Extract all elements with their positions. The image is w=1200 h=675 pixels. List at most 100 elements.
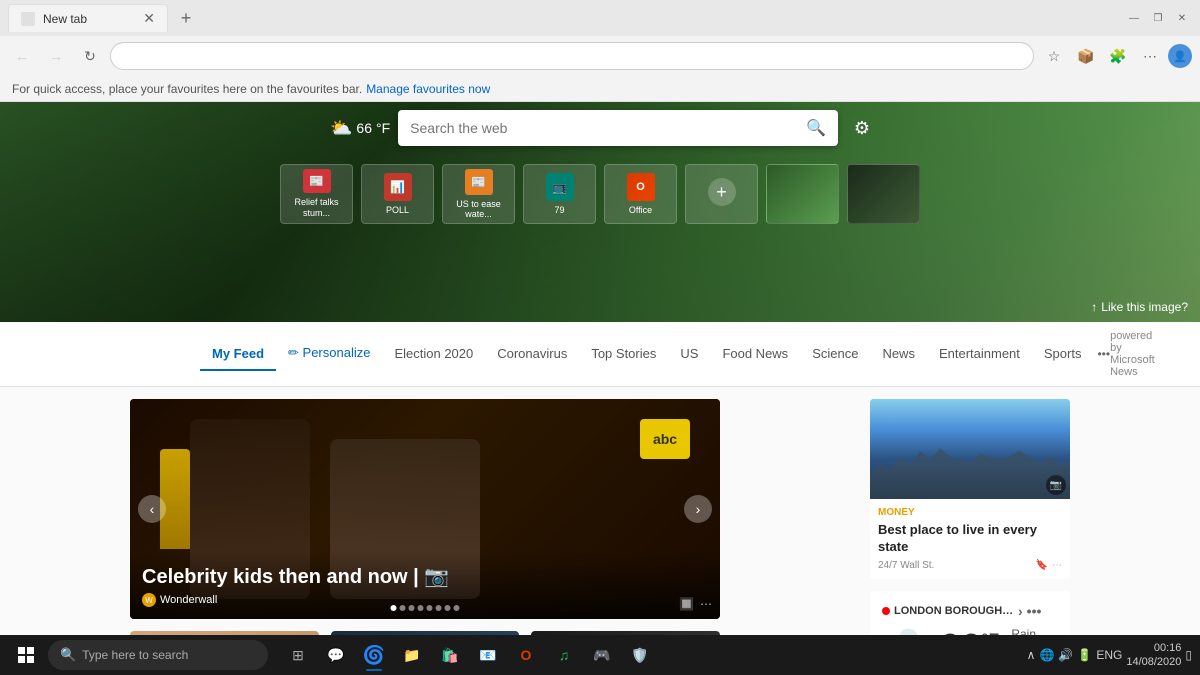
shortcut-79[interactable]: 📺 79 [523, 164, 596, 224]
carousel-dots [391, 605, 460, 611]
nav-us[interactable]: US [668, 338, 710, 371]
search-button[interactable]: 🔍 [806, 118, 826, 138]
shortcuts-row: 📰 Relief talks stum... 📊 POLL 📰 US to ea… [280, 164, 920, 224]
taskbar-security[interactable]: 🛡️ [622, 637, 658, 673]
taskbar-office[interactable]: O [508, 637, 544, 673]
carousel-dot-2[interactable] [400, 605, 406, 611]
taskbar-spotify[interactable]: ♫ [546, 637, 582, 673]
taskbar-search-placeholder: Type here to search [82, 648, 188, 662]
tray-volume-icon[interactable]: 🔊 [1058, 648, 1073, 662]
weather-location-row: LONDON BOROUGH OF ISLIN... › ••• [882, 603, 1058, 619]
bookmark-icon[interactable]: 🔖 [1036, 560, 1048, 571]
like-image-button[interactable]: ↑ Like this image? [1091, 300, 1188, 314]
shortcut-add[interactable]: + [685, 164, 758, 224]
location-next-icon[interactable]: › [1018, 603, 1023, 619]
nav-personalize[interactable]: ✏ Personalize [276, 337, 382, 371]
tray-language[interactable]: ENG [1096, 648, 1122, 662]
tray-battery-icon[interactable]: 🔋 [1077, 648, 1092, 662]
carousel-dot-3[interactable] [409, 605, 415, 611]
carousel-next-button[interactable]: › [684, 495, 712, 523]
taskbar-edge[interactable]: 🌀 [356, 637, 392, 673]
like-image-icon: ↑ [1091, 300, 1097, 314]
profile-avatar[interactable]: 👤 [1168, 44, 1192, 68]
location-more-icon[interactable]: ••• [1027, 603, 1042, 619]
location-dot [882, 607, 890, 615]
carousel-dot-1[interactable] [391, 605, 397, 611]
nav-my-feed[interactable]: My Feed [200, 338, 276, 371]
show-desktop-icon[interactable]: ▯ [1185, 648, 1192, 662]
carousel-title: Celebrity kids then and now | 📷 [142, 564, 708, 589]
settings-more-icon[interactable]: ⋯ [1136, 42, 1164, 70]
nav-election2020[interactable]: Election 2020 [382, 338, 485, 371]
shortcut-office[interactable]: O Office [604, 164, 677, 224]
shortcut-thumb-2[interactable] [847, 164, 920, 224]
page-settings-icon[interactable]: ⚙ [854, 118, 870, 139]
start-button[interactable] [8, 637, 44, 673]
top-article-card[interactable]: 📷 MONEY Best place to live in every stat… [870, 399, 1070, 579]
feed-content: abc Celebrity kids then and now | 📷 W Wo… [0, 387, 1200, 675]
refresh-button[interactable]: ↻ [76, 42, 104, 70]
maximize-button[interactable]: ❐ [1148, 8, 1168, 28]
extensions-icon[interactable]: 🧩 [1104, 42, 1132, 70]
minimize-button[interactable]: — [1124, 8, 1144, 28]
shortcut-us-ease[interactable]: 📰 US to ease wate... [442, 164, 515, 224]
more-icon[interactable]: ⋯ [1052, 560, 1062, 571]
shortcut-add-icon: + [708, 178, 736, 206]
carousel-camera-icon: 📷 [424, 566, 449, 588]
taskbar-task-view[interactable]: ⊞ [280, 637, 316, 673]
carousel-dot-5[interactable] [427, 605, 433, 611]
carousel-more-icon[interactable]: ⋯ [700, 597, 712, 611]
nav-science[interactable]: Science [800, 338, 870, 371]
taskbar-mail[interactable]: 📧 [470, 637, 506, 673]
shortcut-poll[interactable]: 📊 POLL [361, 164, 434, 224]
office-taskbar-icon: O [515, 644, 537, 666]
nav-sports[interactable]: Sports [1032, 338, 1094, 371]
mail-icon: 📧 [477, 644, 499, 666]
address-bar-row: ← → ↻ ☆ 📦 🧩 ⋯ 👤 [0, 36, 1200, 76]
top-article-source-row: 24/7 Wall St. 🔖 ⋯ [878, 560, 1062, 571]
manage-favorites-link[interactable]: Manage favourites now [366, 82, 490, 96]
shortcut-us-ease-icon: 📰 [465, 169, 493, 195]
new-tab-page: ⛅ 66 °F 🔍 ⚙ 📰 Relief talks stum... 📊 POL… [0, 102, 1200, 675]
nav-news[interactable]: News [870, 338, 927, 371]
tray-clock[interactable]: 00:16 14/08/2020 [1126, 641, 1181, 670]
weather-location-text: LONDON BOROUGH OF ISLIN... [894, 605, 1014, 617]
carousel-dot-6[interactable] [436, 605, 442, 611]
carousel-prev-button[interactable]: ‹ [138, 495, 166, 523]
feed-main: abc Celebrity kids then and now | 📷 W Wo… [130, 399, 858, 675]
carousel-dot-8[interactable] [454, 605, 460, 611]
nav-food-news[interactable]: Food News [710, 338, 800, 371]
search-input[interactable] [410, 120, 806, 136]
shortcut-relief-label: Relief talks stum... [285, 197, 348, 219]
address-input[interactable] [110, 42, 1034, 70]
taskbar-cortana[interactable]: 💬 [318, 637, 354, 673]
nav-more-button[interactable]: ••• [1097, 347, 1110, 361]
taskbar-explorer[interactable]: 📁 [394, 637, 430, 673]
nav-top-stories[interactable]: Top Stories [579, 338, 668, 371]
active-tab[interactable]: New tab ✕ [8, 4, 168, 32]
taskbar-store[interactable]: 🛍️ [432, 637, 468, 673]
tray-up-arrow[interactable]: ∧ [1027, 648, 1036, 662]
favorites-icon[interactable]: ☆ [1040, 42, 1068, 70]
close-button[interactable]: ✕ [1172, 8, 1192, 28]
tray-network-icon[interactable]: 🌐 [1039, 648, 1054, 662]
back-button[interactable]: ← [8, 42, 36, 70]
carousel-mute-icon[interactable]: 🔲 [679, 597, 694, 611]
carousel-dot-7[interactable] [445, 605, 451, 611]
search-box[interactable]: 🔍 [398, 110, 838, 146]
shortcut-relief[interactable]: 📰 Relief talks stum... [280, 164, 353, 224]
main-carousel[interactable]: abc Celebrity kids then and now | 📷 W Wo… [130, 399, 720, 619]
tab-close-button[interactable]: ✕ [143, 10, 155, 27]
tab-title: New tab [43, 12, 135, 26]
new-tab-button[interactable]: + [172, 4, 200, 32]
collections-icon[interactable]: 📦 [1072, 42, 1100, 70]
forward-button[interactable]: → [42, 42, 70, 70]
taskbar-search-box[interactable]: 🔍 Type here to search [48, 640, 268, 670]
taskbar-steam[interactable]: 🎮 [584, 637, 620, 673]
carousel-dot-4[interactable] [418, 605, 424, 611]
carousel-source-logo: W [142, 593, 156, 607]
weather-widget-top[interactable]: ⛅ 66 °F [330, 118, 390, 139]
nav-entertainment[interactable]: Entertainment [927, 338, 1032, 371]
shortcut-thumb-1[interactable] [766, 164, 839, 224]
nav-coronavirus[interactable]: Coronavirus [485, 338, 579, 371]
